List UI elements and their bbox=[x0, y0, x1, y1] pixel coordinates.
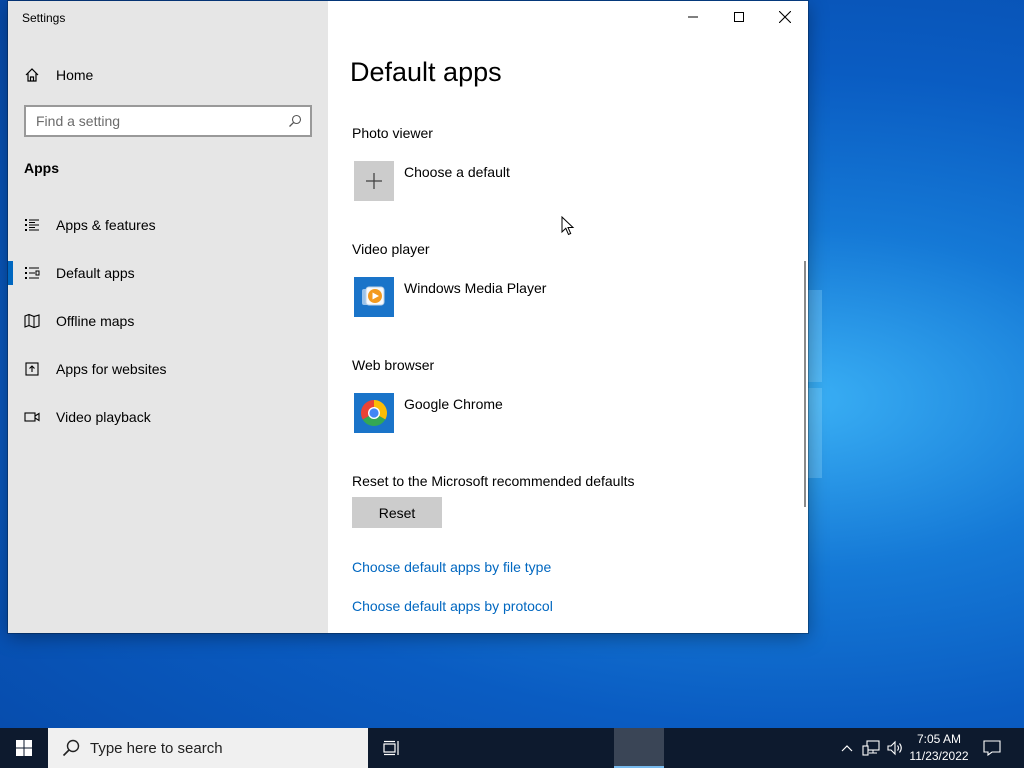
sidebar-item-label: Offline maps bbox=[56, 313, 135, 329]
start-button[interactable] bbox=[0, 728, 48, 768]
clock-time: 7:05 AM bbox=[916, 732, 962, 746]
video-player-tile[interactable] bbox=[354, 277, 394, 317]
search-icon bbox=[62, 739, 80, 757]
clock-date: 11/23/2022 bbox=[909, 749, 969, 763]
protocol-defaults-link[interactable]: Choose default apps by protocol bbox=[352, 598, 553, 614]
search-input[interactable] bbox=[26, 107, 276, 135]
video-camera-icon bbox=[8, 409, 56, 425]
chevron-up-icon bbox=[841, 745, 853, 752]
task-view-button[interactable] bbox=[370, 728, 414, 768]
home-icon bbox=[25, 68, 39, 82]
page-title: Default apps bbox=[350, 57, 502, 87]
default-apps-icon bbox=[8, 265, 56, 281]
taskbar-search-placeholder: Type here to search bbox=[90, 739, 223, 757]
notification-icon bbox=[983, 740, 1001, 756]
video-player-app-name[interactable]: Windows Media Player bbox=[404, 280, 546, 296]
sidebar-item-label: Apps & features bbox=[56, 217, 156, 233]
taskbar-clock[interactable]: 7:05 AM 11/23/2022 bbox=[906, 731, 972, 765]
taskbar: Type here to search 7:05 AM 11/23/2022 bbox=[0, 728, 1024, 768]
scrollbar[interactable] bbox=[804, 261, 806, 507]
task-view-icon bbox=[383, 740, 399, 756]
taskbar-settings-app[interactable] bbox=[614, 728, 664, 768]
mouse-cursor-icon bbox=[561, 216, 575, 236]
sidebar-item-apps-for-websites[interactable]: Apps for websites bbox=[8, 349, 328, 389]
maximize-button[interactable] bbox=[716, 1, 762, 33]
chrome-icon bbox=[360, 400, 388, 427]
settings-window: Settings Home Apps Apps & fe bbox=[8, 1, 808, 633]
section-heading: Apps bbox=[24, 160, 59, 176]
close-button[interactable] bbox=[762, 1, 808, 33]
close-icon bbox=[779, 11, 791, 23]
sidebar-item-label: Default apps bbox=[56, 265, 135, 281]
web-browser-tile[interactable] bbox=[354, 393, 394, 433]
desktop-light-beam bbox=[808, 290, 822, 382]
network-icon bbox=[862, 740, 880, 756]
speaker-icon bbox=[887, 740, 902, 756]
sidebar-item-apps-features[interactable]: Apps & features bbox=[8, 205, 328, 245]
sidebar-item-label: Video playback bbox=[56, 409, 151, 425]
web-browser-label: Web browser bbox=[352, 357, 435, 373]
photo-viewer-tile[interactable] bbox=[354, 161, 394, 201]
window-title: Settings bbox=[22, 11, 66, 25]
sidebar-item-label: Apps for websites bbox=[56, 361, 167, 377]
file-type-defaults-link[interactable]: Choose default apps by file type bbox=[352, 559, 551, 575]
map-icon bbox=[8, 313, 56, 329]
sidebar-item-offline-maps[interactable]: Offline maps bbox=[8, 301, 328, 341]
find-setting-search[interactable] bbox=[24, 105, 312, 137]
maximize-icon bbox=[734, 12, 744, 22]
home-label: Home bbox=[56, 67, 94, 83]
sidebar-item-default-apps[interactable]: Default apps bbox=[8, 253, 328, 293]
list-icon bbox=[8, 217, 56, 233]
sidebar: Settings Home Apps Apps & fe bbox=[8, 1, 328, 633]
windows-logo-icon bbox=[16, 740, 32, 756]
web-browser-app-name[interactable]: Google Chrome bbox=[404, 396, 503, 412]
photo-viewer-app-name[interactable]: Choose a default bbox=[404, 164, 510, 180]
reset-button[interactable]: Reset bbox=[352, 497, 442, 528]
open-in-new-icon bbox=[8, 361, 56, 377]
video-player-label: Video player bbox=[352, 241, 430, 257]
windows-media-player-icon bbox=[362, 286, 385, 306]
show-hidden-icons-button[interactable] bbox=[838, 728, 856, 768]
taskbar-search-box[interactable]: Type here to search bbox=[48, 728, 368, 768]
reset-defaults-label: Reset to the Microsoft recommended defau… bbox=[352, 473, 635, 489]
photo-viewer-label: Photo viewer bbox=[352, 125, 433, 141]
action-center-button[interactable] bbox=[978, 728, 1006, 768]
network-button[interactable] bbox=[860, 728, 882, 768]
volume-button[interactable] bbox=[884, 728, 906, 768]
minimize-button[interactable] bbox=[670, 1, 716, 33]
home-nav-item[interactable]: Home bbox=[24, 63, 93, 87]
desktop-light-beam bbox=[808, 388, 822, 478]
plus-icon bbox=[366, 173, 382, 189]
search-icon bbox=[289, 114, 302, 127]
sidebar-item-video-playback[interactable]: Video playback bbox=[8, 397, 328, 437]
minimize-icon bbox=[688, 16, 698, 18]
